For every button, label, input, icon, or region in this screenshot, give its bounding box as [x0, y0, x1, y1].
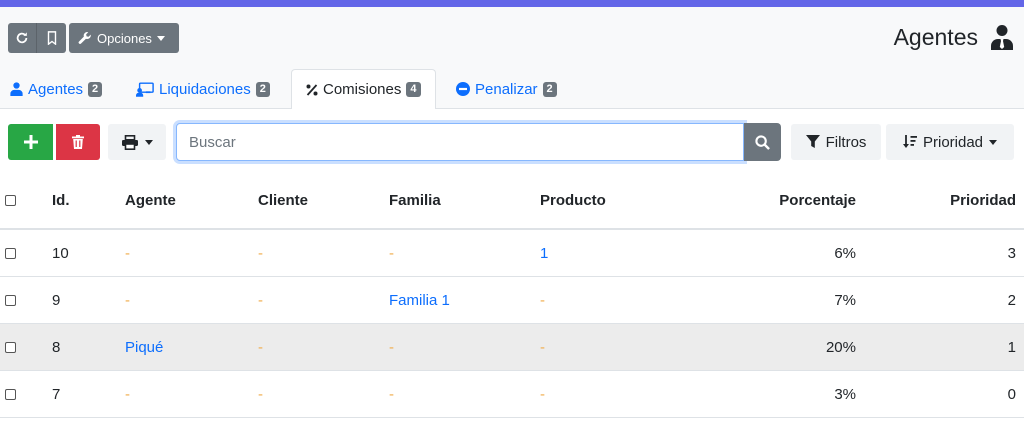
filters-button[interactable]: Filtros [791, 124, 881, 160]
row-checkbox[interactable] [5, 277, 19, 323]
column-header-prioridad[interactable]: Prioridad [950, 173, 1016, 228]
cell-prioridad: 3 [1007, 244, 1016, 262]
column-header-porcentaje[interactable]: Porcentaje [779, 173, 856, 228]
cell-familia: - [389, 385, 394, 403]
tab-agentes-badge: 2 [88, 81, 103, 97]
table-row[interactable]: 8 Piqué - - - 20% 1 [0, 324, 1024, 371]
cell-cliente: - [258, 338, 263, 356]
cell-id: 10 [52, 244, 69, 262]
cell-prioridad: 2 [1007, 291, 1016, 309]
refresh-button[interactable] [8, 23, 37, 53]
table-row[interactable]: 7 - - - - 3% 0 [0, 371, 1024, 418]
cell-porcentaje: 7% [834, 291, 856, 309]
row-checkbox[interactable] [5, 324, 19, 370]
cell-cliente: - [258, 244, 263, 262]
trash-icon [72, 135, 84, 149]
cell-prioridad: 0 [1007, 385, 1016, 403]
tab-comisiones[interactable]: Comisiones 4 [291, 69, 436, 110]
cell-id: 8 [52, 338, 61, 356]
cell-producto: - [540, 291, 545, 309]
main-content: Filtros Prioridad Id. Agente Cliente Fam… [0, 109, 1024, 424]
chevron-down-icon [144, 139, 153, 145]
column-header-cliente[interactable]: Cliente [258, 173, 308, 228]
search-input[interactable] [176, 123, 744, 161]
tab-agentes[interactable]: Agentes 2 [10, 69, 103, 109]
cell-agente: - [125, 291, 130, 309]
options-label: Opciones [97, 30, 152, 46]
tab-liquidaciones-label: Liquidaciones [159, 80, 251, 98]
top-accent-bar [0, 0, 1024, 7]
table-row[interactable]: 10 - - - 1 6% 3 [0, 230, 1024, 277]
row-checkbox[interactable] [5, 371, 19, 417]
tab-penalizar[interactable]: Penalizar 2 [456, 69, 557, 109]
search-icon [755, 134, 770, 150]
chevron-down-icon [156, 35, 165, 41]
wrench-icon [78, 32, 91, 44]
list-toolbar: Filtros Prioridad [0, 109, 1024, 173]
tab-liquidaciones-badge: 2 [255, 81, 270, 97]
cell-cliente: - [258, 291, 263, 309]
tab-penalizar-badge: 2 [542, 81, 557, 97]
tab-agentes-label: Agentes [28, 80, 84, 98]
cell-prioridad: 1 [1007, 338, 1016, 356]
filter-icon [805, 135, 820, 148]
percent-icon [306, 83, 318, 96]
cell-familia-link[interactable]: Familia 1 [389, 277, 450, 323]
column-header-agente[interactable]: Agente [125, 173, 176, 228]
user-tie-icon [991, 25, 1013, 50]
filters-label: Filtros [825, 133, 867, 151]
cell-agente: - [125, 385, 130, 403]
chalkboard-user-icon [136, 81, 154, 97]
cell-porcentaje: 20% [825, 338, 856, 356]
search-button[interactable] [744, 123, 781, 161]
table-row[interactable]: 9 - - Familia 1 - 7% 2 [0, 277, 1024, 324]
table-header-row: Id. Agente Cliente Familia Producto Porc… [0, 173, 1024, 230]
plus-icon [23, 135, 38, 149]
page-title: Agentes [893, 24, 978, 50]
cell-agente-link[interactable]: Piqué [125, 324, 163, 370]
column-header-id[interactable]: Id. [52, 173, 70, 228]
commissions-table: Id. Agente Cliente Familia Producto Porc… [0, 173, 1024, 418]
tab-liquidaciones[interactable]: Liquidaciones 2 [136, 69, 270, 109]
bookmark-icon [47, 31, 56, 45]
page-header: Opciones Agentes [0, 7, 1024, 69]
options-dropdown-button[interactable]: Opciones [69, 23, 179, 53]
user-icon [10, 82, 23, 96]
printer-icon [121, 134, 138, 150]
tab-comisiones-label: Comisiones [323, 81, 402, 98]
select-all-checkbox[interactable] [5, 173, 19, 228]
priority-sort-dropdown[interactable]: Prioridad [886, 124, 1014, 160]
sort-icon [902, 135, 917, 148]
row-checkbox[interactable] [5, 230, 19, 276]
cell-familia: - [389, 244, 394, 262]
cell-producto: - [540, 385, 545, 403]
cell-agente: - [125, 244, 130, 262]
nav-button-group [8, 23, 66, 53]
minus-circle-icon [456, 82, 470, 96]
tab-penalizar-label: Penalizar [475, 80, 538, 98]
bookmark-button[interactable] [37, 23, 66, 53]
add-button[interactable] [8, 124, 53, 160]
delete-button[interactable] [56, 124, 100, 160]
priority-label: Prioridad [922, 133, 984, 151]
column-header-producto[interactable]: Producto [540, 173, 606, 228]
tab-comisiones-badge: 4 [406, 82, 421, 97]
tab-bar: Agentes 2 Liquidaciones 2 Comisiones 4 P… [0, 69, 1024, 110]
cell-familia: - [389, 338, 394, 356]
cell-id: 7 [52, 385, 61, 403]
cell-producto-link[interactable]: 1 [540, 230, 548, 276]
cell-producto: - [540, 338, 545, 356]
print-dropdown-button[interactable] [108, 124, 166, 160]
chevron-down-icon [989, 139, 998, 145]
refresh-icon [16, 32, 28, 44]
cell-id: 9 [52, 291, 61, 309]
cell-cliente: - [258, 385, 263, 403]
cell-porcentaje: 3% [834, 385, 856, 403]
cell-porcentaje: 6% [834, 244, 856, 262]
column-header-familia[interactable]: Familia [389, 173, 441, 228]
